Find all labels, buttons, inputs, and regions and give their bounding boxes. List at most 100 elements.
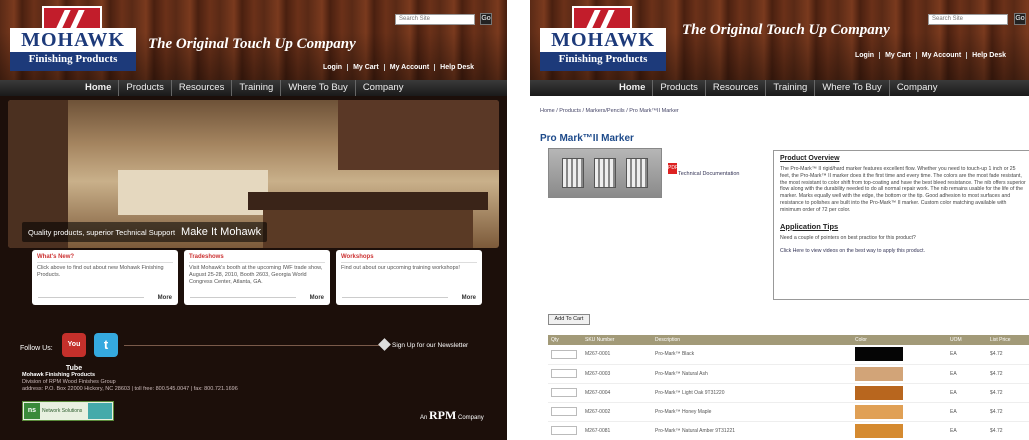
help-desk-link[interactable]: Help Desk — [434, 64, 479, 71]
nav-products[interactable]: Products — [652, 80, 705, 96]
uom-cell: EA — [947, 383, 987, 403]
marker-pack-icon — [626, 158, 648, 188]
search-input[interactable]: Search Site — [395, 14, 475, 25]
sku-cell: M267-0002 — [582, 402, 652, 422]
nav-company[interactable]: Company — [354, 80, 411, 96]
my-account-link[interactable]: My Account — [915, 52, 966, 59]
logo-subtitle: Finishing Products — [10, 52, 136, 66]
description-cell[interactable]: Pro-Mark™ Light Oak 9T31220 — [652, 383, 852, 403]
nav-resources[interactable]: Resources — [170, 80, 231, 96]
rpm-suffix: Company — [458, 415, 484, 421]
rpm-wordmark: RPM — [429, 408, 457, 422]
qty-input[interactable] — [551, 426, 577, 435]
my-cart-link[interactable]: My Cart — [879, 52, 916, 59]
logo-mark-icon — [572, 6, 632, 30]
table-row: M267-0003 Pro-Mark™ Natural Ash EA $4.72 — [548, 364, 1029, 384]
col-description: Description — [652, 335, 852, 345]
qty-input[interactable] — [551, 388, 577, 397]
site-tagline: The Original Touch Up Company — [148, 36, 356, 52]
nav-home[interactable]: Home — [612, 80, 652, 96]
breadcrumb[interactable]: Home / Products / Markers/Pencils / Pro … — [540, 108, 679, 114]
table-header-row: Qty SKU Number Description Color UOM Lis… — [548, 335, 1029, 345]
qty-input[interactable] — [551, 407, 577, 416]
price-cell: $4.72 — [987, 345, 1029, 365]
add-to-cart-button[interactable]: Add To Cart — [548, 314, 590, 325]
newsletter-link[interactable]: Sign Up for our Newsletter — [392, 342, 468, 349]
login-link[interactable]: Login — [850, 52, 879, 59]
card-workshops[interactable]: Workshops Find out about our upcoming tr… — [336, 250, 482, 305]
search-button[interactable]: Go — [1014, 13, 1026, 25]
description-cell[interactable]: Pro-Mark™ Natural Ash — [652, 364, 852, 384]
help-desk-link[interactable]: Help Desk — [966, 52, 1011, 59]
col-color: Color — [852, 335, 947, 345]
seal-text: Network Solutions — [42, 408, 83, 414]
footer-company: Mohawk Finishing Products — [22, 372, 96, 378]
overview-heading: Product Overview — [780, 155, 840, 162]
nav-training[interactable]: Training — [231, 80, 280, 96]
nav-where-to-buy[interactable]: Where To Buy — [814, 80, 889, 96]
card-tradeshows[interactable]: Tradeshows Visit Mohawk's booth at the u… — [184, 250, 330, 305]
mohawk-logo[interactable]: MOHAWK Finishing Products — [540, 6, 666, 72]
sku-cell: M267-0081 — [582, 421, 652, 440]
hero-slogan: Make It Mohawk — [181, 226, 262, 238]
col-uom: UOM — [947, 335, 987, 345]
marker-pack-icon — [562, 158, 584, 188]
nav-training[interactable]: Training — [765, 80, 814, 96]
home-page-screenshot: MOHAWK Finishing Products The Original T… — [0, 0, 507, 440]
color-cell — [852, 364, 947, 384]
application-tips-text: Need a couple of pointers on best practi… — [780, 234, 916, 241]
my-cart-link[interactable]: My Cart — [347, 64, 384, 71]
card-divider — [38, 297, 144, 298]
youtube-icon[interactable]: You Tube — [62, 333, 86, 372]
color-cell — [852, 402, 947, 422]
product-sku-table: Qty SKU Number Description Color UOM Lis… — [548, 335, 1029, 440]
nav-company[interactable]: Company — [888, 80, 945, 96]
col-list-price: List Price — [987, 335, 1029, 345]
site-tagline: The Original Touch Up Company — [682, 22, 890, 38]
nav-resources[interactable]: Resources — [704, 80, 765, 96]
nav-home[interactable]: Home — [78, 80, 118, 96]
search-input[interactable]: Search Site — [928, 14, 1008, 25]
overview-text: The Pro-Mark™ II rigid/hard marker featu… — [780, 166, 1026, 213]
nav-where-to-buy[interactable]: Where To Buy — [280, 80, 355, 96]
qty-cell — [548, 383, 582, 403]
mohawk-logo[interactable]: MOHAWK Finishing Products — [10, 6, 136, 72]
description-cell[interactable]: Pro-Mark™ Black — [652, 345, 852, 365]
card-body: Click above to find out about new Mohawk… — [37, 265, 164, 278]
marker-pack-icon — [594, 158, 616, 188]
search-button[interactable]: Go — [480, 13, 492, 25]
qty-input[interactable] — [551, 369, 577, 378]
top-links: Login My Cart My Account Help Desk — [850, 52, 1011, 59]
network-solutions-seal[interactable]: ns Network Solutions — [22, 401, 114, 421]
color-swatch — [855, 404, 903, 419]
qty-input[interactable] — [551, 349, 577, 359]
product-image[interactable] — [548, 148, 662, 198]
card-more-link[interactable]: More — [310, 295, 324, 301]
application-tips-link[interactable]: Click Here to view videos on the best wa… — [780, 248, 1026, 255]
description-cell[interactable]: Pro-Mark™ Natural Amber 9T31221 — [652, 421, 852, 440]
card-divider — [342, 297, 448, 298]
sku-cell: M267-0003 — [582, 364, 652, 384]
pdf-icon[interactable]: PDF — [668, 163, 678, 174]
card-more-link[interactable]: More — [158, 295, 172, 301]
card-more-link[interactable]: More — [462, 295, 476, 301]
logo-wordmark: MOHAWK — [540, 28, 666, 52]
footer-address: Mohawk Finishing Products Division of RP… — [22, 372, 238, 393]
table-row: M267-0002 Pro-Mark™ Honey Maple EA $4.72 — [548, 402, 1029, 422]
my-account-link[interactable]: My Account — [383, 64, 434, 71]
newsletter-diamond-icon — [378, 338, 391, 351]
nav-products[interactable]: Products — [118, 80, 171, 96]
twitter-icon[interactable]: t — [94, 333, 118, 357]
login-link[interactable]: Login — [318, 64, 347, 71]
qty-cell — [548, 364, 582, 384]
technical-documentation-link[interactable]: Technical Documentation — [678, 171, 739, 177]
card-whats-new[interactable]: What's New? Click above to find out abou… — [32, 250, 178, 305]
hero-counter — [248, 192, 488, 210]
hero-kitchen-image[interactable]: Quality products, superior Technical Sup… — [8, 100, 499, 248]
rpm-company-logo[interactable]: An RPM Company — [420, 408, 484, 423]
card-body: Find out about our upcoming training wor… — [341, 265, 460, 271]
description-cell[interactable]: Pro-Mark™ Honey Maple — [652, 402, 852, 422]
col-qty: Qty — [548, 335, 582, 345]
price-cell: $4.72 — [987, 383, 1029, 403]
color-swatch — [855, 347, 903, 362]
